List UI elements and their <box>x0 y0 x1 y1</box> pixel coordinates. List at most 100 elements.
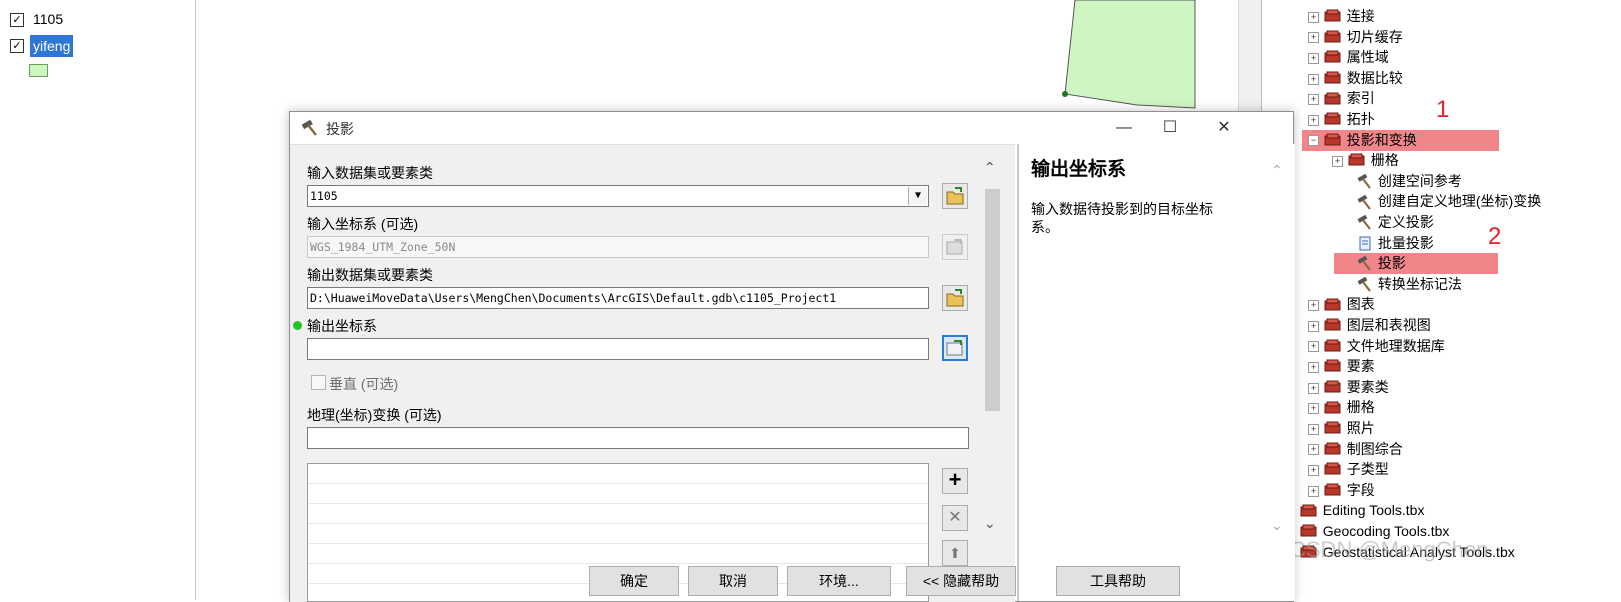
cancel-button[interactable]: 取消 <box>688 566 778 596</box>
vertical-checkbox[interactable] <box>311 375 326 390</box>
expander-icon[interactable]: + <box>1308 300 1319 312</box>
expander-icon[interactable]: + <box>1308 444 1319 456</box>
expander-icon[interactable]: + <box>1308 485 1319 497</box>
help-scroll-down[interactable]: ⌄ <box>1271 517 1283 534</box>
layer-label-yifeng[interactable]: yifeng <box>30 35 74 57</box>
tree-item-label: 投影和变换 <box>1346 131 1417 148</box>
layer-label-1105[interactable]: 1105 <box>33 11 63 27</box>
input-cs-label: 输入坐标系 (可选) <box>307 216 419 232</box>
expander-icon[interactable]: + <box>1308 11 1319 23</box>
expander-icon[interactable]: + <box>1308 52 1319 64</box>
expander-icon[interactable]: + <box>1308 320 1319 332</box>
tree-item-label: 切片缓存 <box>1346 28 1403 45</box>
tree-item[interactable]: + 数据比较 <box>1262 68 1403 89</box>
ok-button[interactable]: 确定 <box>589 566 679 596</box>
layer-symbol-swatch <box>29 64 48 77</box>
geo-transform-field[interactable] <box>307 427 969 449</box>
expander-icon[interactable]: − <box>1308 135 1319 147</box>
tree-item[interactable]: + 连接 <box>1262 6 1375 27</box>
tree-item-label: 投影 <box>1377 255 1406 272</box>
dialog-titlebar[interactable]: 投影 — ☐ ✕ <box>290 112 1293 144</box>
expander-icon[interactable]: + <box>1308 403 1319 415</box>
output-cs-field[interactable] <box>307 338 929 360</box>
tree-item-label: 栅格 <box>1370 152 1399 169</box>
tree-item[interactable]: + 索引 <box>1262 88 1375 109</box>
open-folder-button-output[interactable] <box>942 285 968 311</box>
scroll-thumb[interactable] <box>985 189 1000 411</box>
toolbox-item[interactable]: + Editing Tools.tbx <box>1284 500 1424 521</box>
folder-icon <box>946 187 964 205</box>
expander-icon[interactable]: + <box>1308 464 1319 476</box>
close-button[interactable]: ✕ <box>1201 112 1247 144</box>
help-panel: 输出坐标系 输入数据待投影到的目标坐标系。 ⌃ ⌄ <box>1017 144 1295 601</box>
expander-icon[interactable]: + <box>1308 94 1319 106</box>
move-up-icon[interactable]: ⬆ <box>942 540 968 566</box>
expander-icon[interactable]: + <box>1308 382 1319 394</box>
scroll-down-arrow[interactable]: ⌄ <box>984 515 996 532</box>
tree-item-label: 文件地理数据库 <box>1346 337 1445 354</box>
tree-item[interactable]: 投影 <box>1334 253 1498 275</box>
input-cs-properties-button <box>942 234 968 260</box>
expander-icon[interactable]: + <box>1308 114 1319 126</box>
output-cs-label: 输出坐标系 <box>307 318 377 334</box>
expander-icon[interactable]: + <box>1308 73 1319 85</box>
tree-item-label: 图层和表视图 <box>1346 317 1431 333</box>
tree-item[interactable]: − 投影和变换 <box>1302 129 1499 151</box>
tree-item[interactable]: + 切片缓存 <box>1262 27 1403 48</box>
tree-item-label: 字段 <box>1346 481 1375 498</box>
add-icon[interactable]: + <box>942 468 968 494</box>
open-folder-button-input[interactable] <box>942 183 968 209</box>
help-scroll-up[interactable]: ⌃ <box>1271 162 1283 179</box>
minimize-button[interactable]: — <box>1101 112 1147 144</box>
expander-icon[interactable]: + <box>1308 361 1319 373</box>
output-dataset-field[interactable]: D:\HuaweiMoveData\Users\MengChen\Documen… <box>307 287 929 309</box>
tree-item-label: 要素 <box>1346 358 1375 375</box>
tree-item-label: 照片 <box>1346 420 1375 436</box>
hide-help-button[interactable]: << 隐藏帮助 <box>906 566 1016 596</box>
tree-item-label: 制图综合 <box>1346 440 1403 457</box>
environments-button[interactable]: 环境... <box>787 566 891 596</box>
tree-item-label: 创建自定义地理(坐标)变换 <box>1377 193 1542 210</box>
expander-icon[interactable]: + <box>1332 155 1343 167</box>
tree-item-label: 栅格 <box>1346 399 1375 416</box>
vertical-label: 垂直 (可选) <box>329 376 399 392</box>
output-dataset-label: 输出数据集或要素类 <box>307 267 433 283</box>
projection-dialog: 投影 — ☐ ✕ 输入数据集或要素类 1105 ▼ 输入坐标系 (可选) WGS… <box>289 111 1295 602</box>
layer-checkbox-yifeng[interactable]: ✓ <box>10 39 24 53</box>
input-dataset-combobox[interactable]: 1105 ▼ <box>307 185 929 207</box>
remove-icon[interactable]: ✕ <box>942 505 968 531</box>
tree-item[interactable]: + 属性域 <box>1262 47 1389 68</box>
table-of-contents: ✓ 1105 ✓ yifeng <box>0 0 196 600</box>
input-dataset-label: 输入数据集或要素类 <box>307 165 433 181</box>
tree-item-label: 图表 <box>1346 296 1375 313</box>
toolbox-label: Editing Tools.tbx <box>1322 502 1425 519</box>
tree-item[interactable]: 创建自定义地理(坐标)变换 <box>1262 191 1541 212</box>
required-parameter-dot <box>293 321 302 330</box>
layer-checkbox-1105[interactable]: ✓ <box>10 13 24 27</box>
tree-item-label: 转换坐标记法 <box>1377 275 1462 292</box>
watermark: CSDN @MengChen <box>1290 536 1489 562</box>
annotation-number-2: 2 <box>1488 223 1502 250</box>
properties-icon <box>946 340 963 356</box>
tool-help-button[interactable]: 工具帮助 <box>1056 566 1180 596</box>
expander-icon[interactable]: + <box>1308 341 1319 353</box>
properties-icon <box>946 239 963 255</box>
spatial-reference-properties-button[interactable] <box>942 335 968 361</box>
tree-item-label: 数据比较 <box>1346 69 1403 86</box>
chevron-down-icon[interactable]: ▼ <box>908 187 927 205</box>
dialog-title: 投影 <box>326 121 354 137</box>
tree-item-label: 连接 <box>1346 8 1375 24</box>
expander-icon[interactable]: + <box>1308 32 1319 44</box>
input-cs-field: WGS_1984_UTM_Zone_50N <box>307 236 929 258</box>
tree-item-label: 属性域 <box>1346 49 1389 66</box>
parameters-scrollbar[interactable]: ⌃ ⌄ <box>983 145 1001 602</box>
scroll-up-arrow[interactable]: ⌃ <box>984 159 996 176</box>
annotation-number-1: 1 <box>1436 96 1450 123</box>
tree-item-label: 批量投影 <box>1377 234 1434 251</box>
tree-item-label: 子类型 <box>1346 461 1389 478</box>
tree-item-label: 拓扑 <box>1346 111 1375 127</box>
maximize-button[interactable]: ☐ <box>1147 112 1193 144</box>
help-title: 输出坐标系 <box>1031 159 1127 180</box>
expander-icon[interactable]: + <box>1308 423 1319 435</box>
hammer-icon <box>301 119 317 136</box>
